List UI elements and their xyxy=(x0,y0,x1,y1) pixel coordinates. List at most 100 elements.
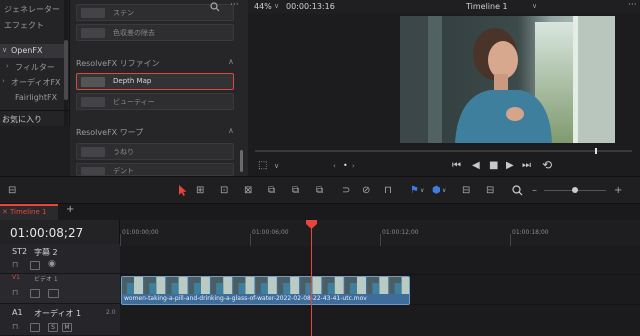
snapping-icon[interactable]: ⊃ xyxy=(342,185,350,196)
mute-button[interactable]: M xyxy=(62,323,72,332)
timeline-timecode[interactable]: 01:00:08;27 xyxy=(10,226,83,240)
chevron-right-icon[interactable]: › xyxy=(6,62,9,70)
add-tab-button[interactable]: + xyxy=(66,204,74,215)
insert-clip-icon[interactable]: ⧉ xyxy=(268,185,275,196)
video-frame-image xyxy=(400,16,615,143)
video-enable-icon[interactable] xyxy=(48,289,59,298)
solo-button[interactable]: S xyxy=(48,323,58,332)
layout-icon[interactable]: ⊟ xyxy=(8,185,16,196)
linked-selection-icon[interactable]: ⊘ xyxy=(362,185,370,196)
zoom-full-icon[interactable]: ⊟ xyxy=(462,185,470,196)
zoom-out-icon[interactable]: – xyxy=(532,185,537,196)
track-row-audio[interactable]: A1 オーディオ 1 2.0 ⊓ S M xyxy=(0,304,120,336)
trim-icon[interactable]: ⊞ xyxy=(196,185,204,196)
stop-button[interactable]: ■ xyxy=(489,160,498,171)
jog-indicator-icon[interactable]: • xyxy=(343,161,348,170)
effect-label: うねり xyxy=(113,148,134,156)
marker-icon[interactable]: ⬢ xyxy=(432,185,441,196)
group-header-refine[interactable]: ResolveFX リファイン xyxy=(76,58,160,69)
lane-divider xyxy=(120,274,640,275)
chevron-right-icon[interactable]: › xyxy=(352,162,355,170)
ruler-tick xyxy=(120,234,121,246)
chevron-down-icon[interactable]: ∨ xyxy=(442,187,446,194)
track-row-subtitle[interactable]: ST2 字幕 2 ⊓ ◉ xyxy=(0,244,120,274)
effect-item-depth-map[interactable]: Depth Map xyxy=(76,73,234,90)
effects-scrollbar-thumb[interactable] xyxy=(240,150,243,172)
category-audiofx[interactable]: オーディオFX xyxy=(11,77,61,88)
zoom-detail-icon[interactable]: ⊟ xyxy=(486,185,494,196)
crop-icon[interactable]: ⬚ xyxy=(258,160,267,171)
auto-track-icon[interactable] xyxy=(30,261,40,270)
flag-icon[interactable]: ⚑ xyxy=(410,185,419,196)
position-lock-icon[interactable]: ⊓ xyxy=(384,185,392,196)
eye-icon[interactable]: ◉ xyxy=(48,259,56,269)
close-icon[interactable]: ✕ xyxy=(2,208,8,216)
category-filters[interactable]: フィルター xyxy=(15,62,55,73)
lock-icon[interactable]: ⊓ xyxy=(12,288,18,297)
playhead-handle[interactable] xyxy=(306,220,317,229)
effect-thumbnail xyxy=(81,77,105,87)
track-name[interactable]: 字幕 2 xyxy=(34,247,58,258)
category-fairlightfx[interactable]: FairlightFX xyxy=(15,93,57,102)
viewer-timeline-name[interactable]: Timeline 1 xyxy=(466,2,508,11)
effect-label: ステン xyxy=(113,9,134,17)
category-openfx[interactable]: OpenFX xyxy=(11,46,42,55)
chevron-down-icon[interactable]: ∨ xyxy=(274,2,279,10)
auto-track-icon[interactable] xyxy=(30,323,40,332)
left-panel-empty xyxy=(0,126,70,176)
zoom-level[interactable]: 44% xyxy=(254,2,272,11)
favorites-label: お気に入り xyxy=(2,115,42,124)
tab-label: Timeline 1 xyxy=(10,208,47,216)
play-button[interactable]: ▶ xyxy=(506,160,514,171)
chevron-right-icon[interactable]: › xyxy=(2,77,5,85)
scrub-playhead[interactable] xyxy=(595,148,597,154)
more-options-icon[interactable]: ··· xyxy=(628,0,637,10)
more-options-icon[interactable]: ··· xyxy=(230,0,239,10)
zoom-slider-handle[interactable] xyxy=(572,187,578,193)
reverse-button[interactable]: ◀ xyxy=(472,160,480,171)
last-frame-button[interactable]: ⏭ xyxy=(522,160,531,171)
chevron-up-icon[interactable]: ∧ xyxy=(228,126,234,135)
timeline-ruler[interactable]: 01:00:00;00 01:00:06;00 01:00:12;00 01:0… xyxy=(120,220,640,246)
category-scrollbar-thumb[interactable] xyxy=(64,40,68,100)
zoom-icon[interactable] xyxy=(512,185,523,196)
track-name[interactable]: オーディオ 1 xyxy=(34,308,81,319)
zoom-slider[interactable] xyxy=(544,187,606,193)
tab-timeline-1[interactable]: ✕ Timeline 1 xyxy=(0,204,58,220)
timeline-playhead[interactable] xyxy=(311,220,312,336)
category-generators[interactable]: ジェネレーター xyxy=(4,4,60,15)
clip-thumbnail xyxy=(367,277,389,294)
video-clip[interactable]: women-taking-a-pill-and-drinking-a-glass… xyxy=(121,276,410,305)
track-row-video[interactable]: V1 ビデオ 1 ⊓ xyxy=(0,274,120,304)
clip-thumbnail xyxy=(166,277,188,294)
effect-item-beauty[interactable]: ビューティー xyxy=(76,93,234,110)
blade-icon[interactable]: ⊠ xyxy=(244,185,252,196)
search-icon[interactable] xyxy=(210,2,220,12)
pointer-icon[interactable] xyxy=(178,185,187,196)
group-header-warp[interactable]: ResolveFX ワープ xyxy=(76,127,143,138)
category-effects[interactable]: エフェクト xyxy=(4,20,44,31)
effect-item[interactable]: 色収差の除去 xyxy=(76,24,234,41)
lock-icon[interactable]: ⊓ xyxy=(12,322,18,331)
loop-button[interactable]: ⟲ xyxy=(542,158,552,172)
chevron-down-icon[interactable]: ∨ xyxy=(2,46,7,54)
chevron-up-icon[interactable]: ∧ xyxy=(228,57,234,66)
replace-clip-icon[interactable]: ⧉ xyxy=(316,185,323,196)
effect-item-dent[interactable]: デント xyxy=(76,163,234,176)
ruler-label: 01:00:00;00 xyxy=(122,229,159,236)
scrub-bar[interactable] xyxy=(255,148,632,154)
chevron-left-icon[interactable]: ‹ xyxy=(333,162,336,170)
overwrite-clip-icon[interactable]: ⧉ xyxy=(292,185,299,196)
zoom-in-icon[interactable]: + xyxy=(614,185,622,196)
effect-item-ripple[interactable]: うねり xyxy=(76,143,234,160)
ruler-tick xyxy=(250,234,251,246)
lock-icon[interactable]: ⊓ xyxy=(12,260,18,269)
dynamic-trim-icon[interactable]: ⊡ xyxy=(220,185,228,196)
track-name[interactable]: ビデオ 1 xyxy=(34,274,58,283)
chevron-down-icon[interactable]: ∨ xyxy=(532,2,537,10)
chevron-down-icon[interactable]: ∨ xyxy=(274,162,279,170)
auto-track-icon[interactable] xyxy=(30,289,40,298)
favorites-section[interactable]: お気に入り xyxy=(0,110,70,126)
chevron-down-icon[interactable]: ∨ xyxy=(420,187,424,194)
first-frame-button[interactable]: ⏮ xyxy=(452,160,461,171)
